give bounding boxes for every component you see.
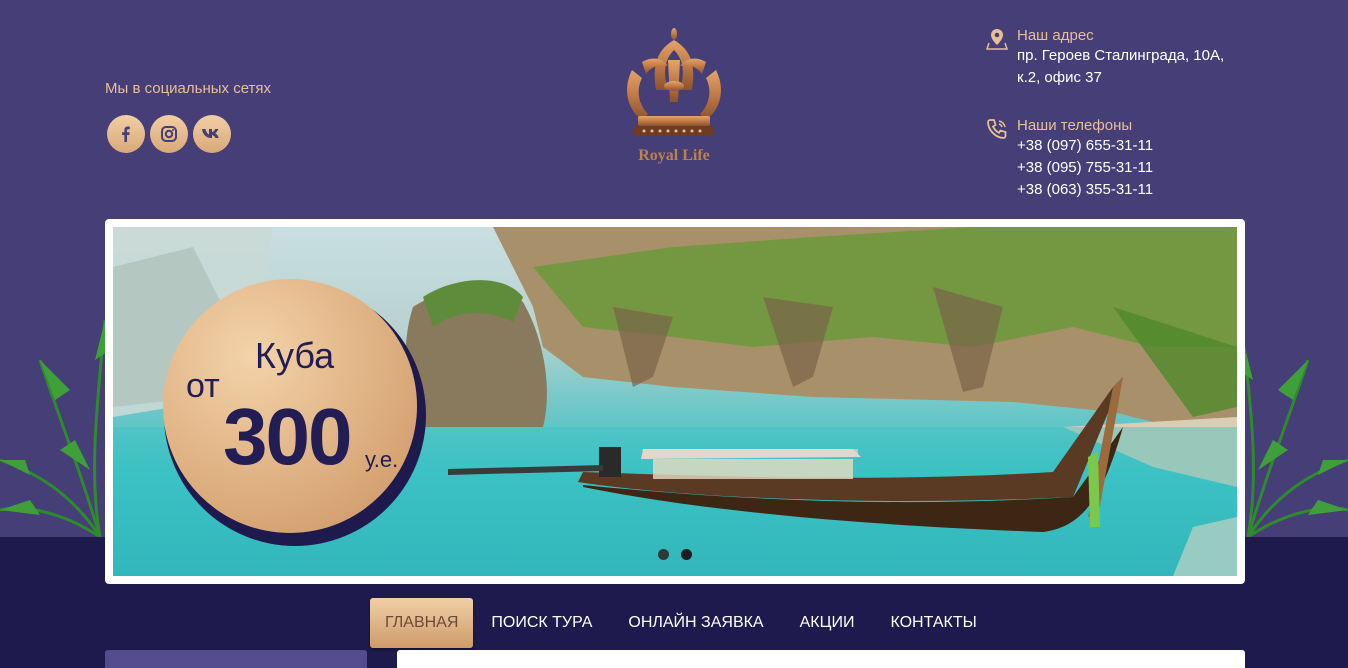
crown-icon <box>627 28 721 136</box>
phone-2[interactable]: +38 (095) 755-31-11 <box>1017 157 1153 179</box>
phone-1[interactable]: +38 (097) 655-31-11 <box>1017 135 1153 157</box>
slider-dot-2[interactable] <box>681 549 692 560</box>
promo-badge[interactable]: Куба от 300 у.е. <box>163 279 417 533</box>
phones-title: Наши телефоны <box>1017 117 1133 134</box>
promo-from: от <box>186 367 220 405</box>
address-line-1: пр. Героев Сталинграда, 10А, <box>1017 47 1225 64</box>
address-block: Наш адрес пр. Героев Сталинграда, 10А, к… <box>986 26 1224 89</box>
social-links <box>107 115 231 153</box>
nav-item-contacts[interactable]: КОНТАКТЫ <box>872 598 994 648</box>
vk-icon[interactable] <box>193 115 231 153</box>
nav-item-tour-search[interactable]: ПОИСК ТУРА <box>473 598 610 648</box>
nav-item-home[interactable]: ГЛАВНАЯ <box>370 598 474 648</box>
royal-life-logo[interactable]: Royal Life <box>612 20 736 170</box>
instagram-icon[interactable] <box>150 115 188 153</box>
address-title: Наш адрес <box>1017 27 1094 44</box>
promo-country: Куба <box>255 335 335 376</box>
promo-price: 300 <box>223 392 352 481</box>
nav-item-promotions[interactable]: АКЦИИ <box>782 598 873 648</box>
address-line-2: к.2, офис 37 <box>1017 69 1102 86</box>
logo-text: Royal Life <box>638 147 710 164</box>
sidebar-panel <box>105 650 367 668</box>
promo-unit: у.е. <box>365 447 399 472</box>
palm-right-decoration <box>1238 339 1348 537</box>
slider-dot-1[interactable] <box>658 549 669 560</box>
phone-icon <box>987 119 1007 139</box>
main-navigation: ГЛАВНАЯ ПОИСК ТУРА ОНЛАЙН ЗАЯВКА АКЦИИ К… <box>370 598 995 648</box>
social-title: Мы в социальных сетях <box>105 80 272 97</box>
phones-block: Наши телефоны +38 (097) 655-31-11 +38 (0… <box>986 116 1153 201</box>
slider-dots <box>658 549 692 560</box>
nav-item-online-request[interactable]: ОНЛАЙН ЗАЯВКА <box>610 598 781 648</box>
palm-left-decoration <box>0 319 110 537</box>
map-pin-icon <box>986 29 1008 50</box>
content-panel <box>397 650 1245 668</box>
facebook-icon[interactable] <box>107 115 145 153</box>
phone-3[interactable]: +38 (063) 355-31-11 <box>1017 179 1153 201</box>
